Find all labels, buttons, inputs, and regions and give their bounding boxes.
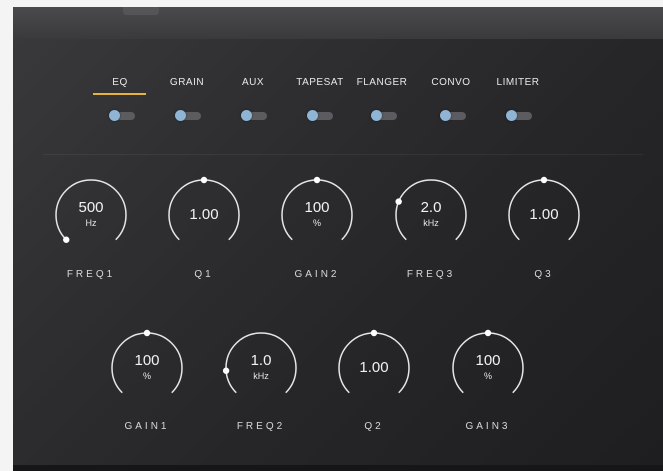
knob-unit: kHz bbox=[423, 218, 439, 228]
toggle-aux[interactable] bbox=[241, 110, 267, 121]
knob-label-q2: Q2 bbox=[364, 421, 384, 432]
knob-label-gain2: GAIN2 bbox=[294, 269, 340, 280]
knob-label-freq2: FREQ2 bbox=[236, 421, 286, 432]
knob-value: 500 bbox=[78, 199, 104, 216]
knob-gain2[interactable]: 100 % bbox=[275, 173, 359, 257]
toggle-tapesat[interactable] bbox=[307, 110, 333, 121]
toggle-eq[interactable] bbox=[109, 110, 135, 121]
tab-aux[interactable]: AUX bbox=[242, 77, 264, 88]
toggle-grain[interactable] bbox=[175, 110, 201, 121]
knob-indicator-dot bbox=[370, 329, 378, 337]
toggle-convo[interactable] bbox=[440, 110, 466, 121]
knob-indicator-dot bbox=[200, 176, 208, 184]
knob-gain1[interactable]: 100 % bbox=[105, 326, 189, 410]
knob-q1[interactable]: 1.00 bbox=[162, 173, 246, 257]
knob-value: 1.00 bbox=[189, 206, 219, 223]
knob-label-freq3: FREQ3 bbox=[406, 269, 456, 280]
tab-grain[interactable]: GRAIN bbox=[170, 77, 204, 88]
tab-limiter[interactable]: LIMITER bbox=[497, 77, 540, 88]
divider bbox=[43, 154, 643, 155]
knob-value: 1.0 bbox=[250, 352, 272, 369]
knob-freq2[interactable]: 1.0 kHz bbox=[219, 326, 303, 410]
knob-unit: % bbox=[312, 218, 321, 228]
active-tab-indicator bbox=[93, 93, 146, 95]
tab-tapesat[interactable]: TAPESAT bbox=[296, 77, 344, 88]
knob-value: 100 bbox=[304, 199, 330, 216]
knob-indicator-dot bbox=[313, 176, 321, 184]
knob-indicator-dot bbox=[484, 329, 492, 337]
bottom-bar bbox=[13, 465, 663, 471]
knob-indicator-dot bbox=[63, 236, 70, 243]
knob-label-gain1: GAIN1 bbox=[124, 421, 170, 432]
knob-label-q3: Q3 bbox=[534, 269, 554, 280]
knob-label-freq1: FREQ1 bbox=[66, 269, 116, 280]
toggle-flanger[interactable] bbox=[371, 110, 397, 121]
knob-indicator-dot bbox=[143, 329, 151, 337]
knob-value: 100 bbox=[475, 352, 501, 369]
tab-flanger[interactable]: FLANGER bbox=[357, 77, 408, 88]
knob-unit: kHz bbox=[253, 371, 269, 381]
knob-freq1[interactable]: 500 Hz bbox=[49, 173, 133, 257]
tab-eq[interactable]: EQ bbox=[112, 77, 127, 88]
top-bar bbox=[13, 7, 663, 39]
top-handle[interactable] bbox=[123, 7, 159, 15]
knob-q3[interactable]: 1.00 bbox=[502, 173, 586, 257]
knob-gain3[interactable]: 100 % bbox=[446, 326, 530, 410]
tab-convo[interactable]: CONVO bbox=[431, 77, 470, 88]
knob-value: 1.00 bbox=[529, 206, 559, 223]
knob-value: 1.00 bbox=[359, 359, 389, 376]
knob-value: 100 bbox=[134, 352, 160, 369]
plugin-panel: EQ GRAIN AUX TAPESAT FLANGER CONVO LIMIT… bbox=[13, 7, 663, 471]
knob-value: 2.0 bbox=[420, 199, 442, 216]
knob-unit: % bbox=[142, 371, 151, 381]
knob-freq3[interactable]: 2.0 kHz bbox=[389, 173, 473, 257]
knob-unit: Hz bbox=[85, 218, 97, 228]
knob-unit: % bbox=[483, 371, 492, 381]
knob-label-q1: Q1 bbox=[194, 269, 214, 280]
knob-label-gain3: GAIN3 bbox=[465, 421, 511, 432]
toggle-limiter[interactable] bbox=[506, 110, 532, 121]
knob-indicator-dot bbox=[540, 176, 548, 184]
knob-q2[interactable]: 1.00 bbox=[332, 326, 416, 410]
